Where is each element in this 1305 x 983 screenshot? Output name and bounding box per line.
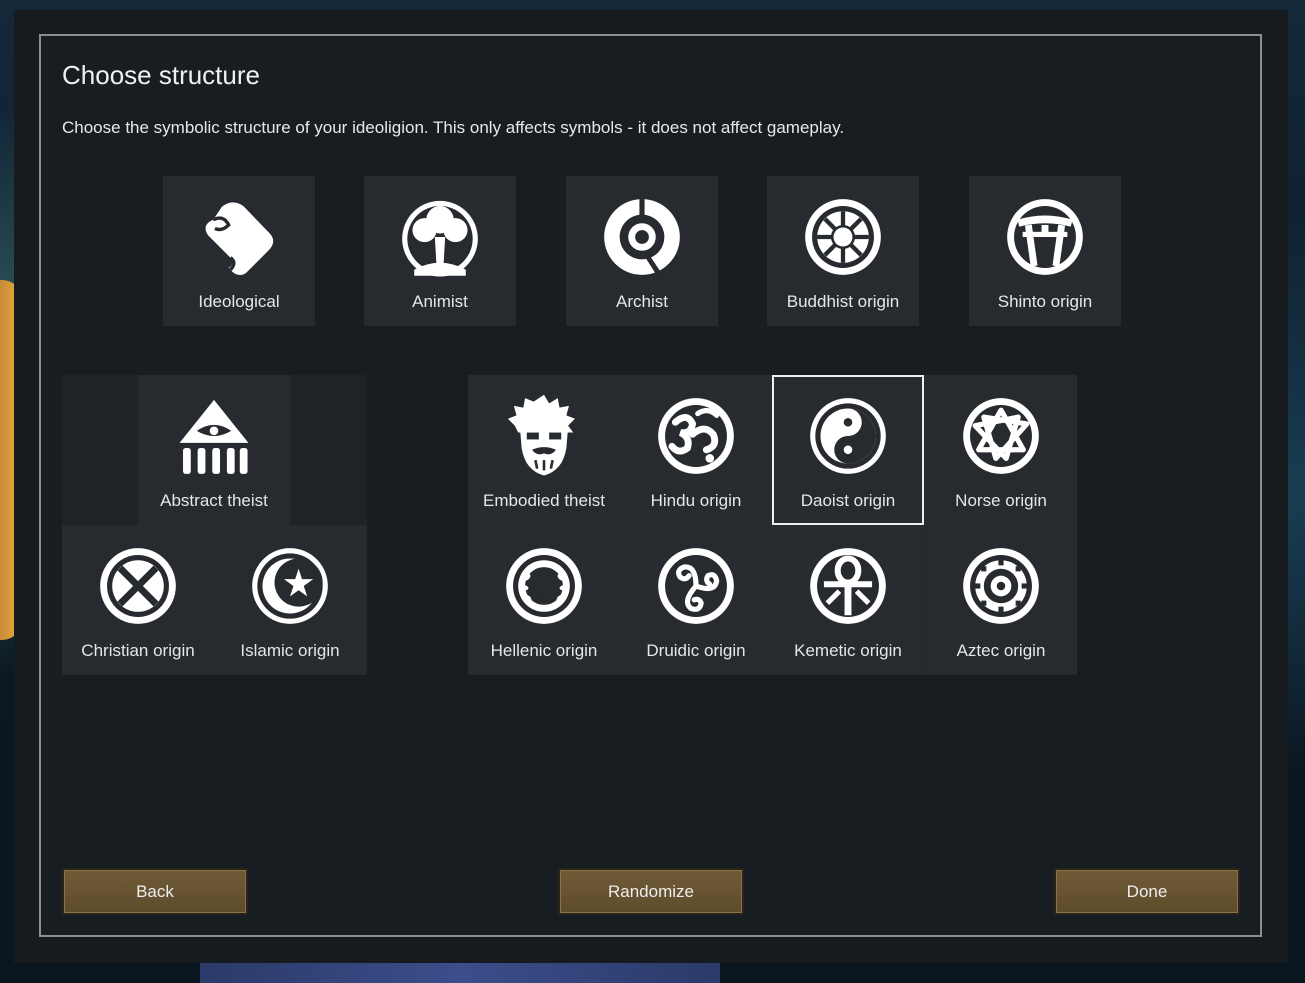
randomize-button[interactable]: Randomize xyxy=(558,868,744,915)
structure-tile-islamic-origin[interactable]: Islamic origin xyxy=(214,525,366,675)
cross-circle-icon xyxy=(100,548,176,624)
structure-tile-hindu-origin[interactable]: Hindu origin xyxy=(620,375,772,525)
group-spacer xyxy=(290,375,367,525)
done-button[interactable]: Done xyxy=(1054,868,1240,915)
tile-label: Islamic origin xyxy=(240,641,340,660)
crescent-star-icon xyxy=(252,548,328,624)
structure-tile-druidic-origin[interactable]: Druidic origin xyxy=(620,525,772,675)
structure-tile-buddhist-origin[interactable]: Buddhist origin xyxy=(767,176,919,326)
ankh-icon xyxy=(810,548,886,624)
tile-label: Daoist origin xyxy=(800,491,896,510)
tile-label: Hellenic origin xyxy=(490,641,598,660)
structure-tile-daoist-origin[interactable]: Daoist origin xyxy=(772,375,924,525)
valknut-icon xyxy=(963,398,1039,474)
background-decoration xyxy=(200,960,720,983)
triskelion-icon xyxy=(658,548,734,624)
tile-label: Abstract theist xyxy=(160,491,268,510)
om-icon xyxy=(658,398,734,474)
structure-tile-kemetic-origin[interactable]: Kemetic origin xyxy=(772,525,924,675)
tree-icon xyxy=(402,200,478,277)
yin-yang-icon xyxy=(810,398,886,474)
structure-tile-christian-origin[interactable]: Christian origin xyxy=(62,525,214,675)
scroll-icon xyxy=(205,202,274,276)
structure-tile-embodied-theist[interactable]: Embodied theist xyxy=(468,375,620,525)
tile-label: Buddhist origin xyxy=(786,292,900,311)
structure-tile-aztec-origin[interactable]: Aztec origin xyxy=(925,525,1077,675)
group-spacer xyxy=(62,375,138,525)
tile-label: Embodied theist xyxy=(483,491,605,510)
tile-label: Christian origin xyxy=(81,641,195,660)
dialog-description: Choose the symbolic structure of your id… xyxy=(62,118,845,137)
back-button[interactable]: Back xyxy=(62,868,248,915)
structure-tile-archist[interactable]: Archist xyxy=(566,176,718,326)
structure-tile-norse-origin[interactable]: Norse origin xyxy=(925,375,1077,525)
structure-tile-hellenic-origin[interactable]: Hellenic origin xyxy=(468,525,620,675)
laurel-icon xyxy=(506,548,582,624)
tile-label: Norse origin xyxy=(955,491,1047,510)
archist-icon xyxy=(604,197,680,277)
tile-label: Druidic origin xyxy=(646,641,746,660)
structure-tile-shinto-origin[interactable]: Shinto origin xyxy=(969,176,1121,326)
dialog-title: Choose structure xyxy=(62,60,260,90)
tile-label: Shinto origin xyxy=(997,292,1093,311)
tile-label: Archist xyxy=(616,292,668,311)
aztec-sun-icon xyxy=(963,548,1039,624)
torii-icon xyxy=(1007,199,1083,275)
eye-pyramid-icon xyxy=(179,399,249,474)
tile-label: Hindu origin xyxy=(650,491,742,510)
structure-tile-abstract-theist[interactable]: Abstract theist xyxy=(138,375,290,525)
tile-label: Ideological xyxy=(198,292,280,311)
tile-label: Aztec origin xyxy=(956,641,1046,660)
tile-label: Kemetic origin xyxy=(794,641,902,660)
tile-label: Animist xyxy=(412,292,468,311)
structure-tile-ideological[interactable]: Ideological xyxy=(163,176,315,326)
dharma-wheel-icon xyxy=(805,199,881,275)
bearded-face-icon xyxy=(507,394,575,476)
structure-tile-animist[interactable]: Animist xyxy=(364,176,516,326)
